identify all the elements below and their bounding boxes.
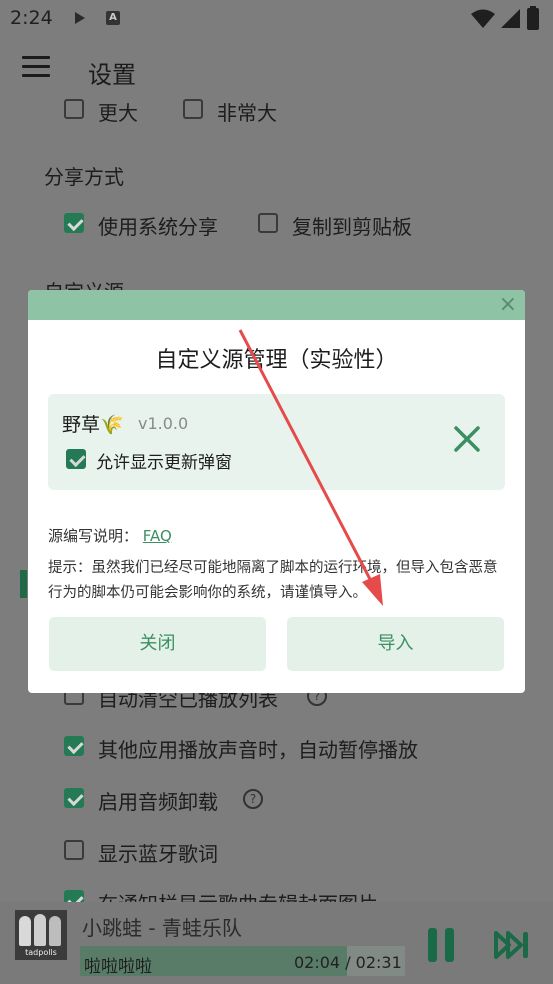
checkbox-larger[interactable] — [64, 99, 84, 119]
album-caption: tadpolls — [25, 948, 57, 957]
section-indicator — [20, 570, 27, 598]
battery-icon — [527, 6, 539, 30]
option-audio-offload-label: 启用音频卸载 — [98, 790, 218, 814]
signal-icon — [501, 9, 520, 28]
option-bluetooth-lyrics-label: 显示蓝牙歌词 — [98, 842, 218, 866]
checkbox-audio-offload[interactable] — [64, 788, 84, 808]
share-section-title: 分享方式 — [44, 165, 124, 189]
notification-a-icon: A — [106, 11, 120, 25]
option-auto-pause-label: 其他应用播放声音时，自动暂停播放 — [98, 738, 418, 762]
source-card: 野草🌾 v1.0.0 允许显示更新弹窗 — [48, 394, 505, 490]
checkbox-bluetooth-lyrics[interactable] — [64, 840, 84, 860]
wifi-icon — [471, 9, 495, 28]
dialog-header — [28, 290, 525, 320]
doc-label: 源编写说明： — [48, 527, 139, 545]
option-larger-label: 更大 — [98, 101, 138, 125]
faq-link[interactable]: FAQ — [143, 527, 172, 545]
option-system-share-label: 使用系统分享 — [98, 215, 218, 239]
album-cover[interactable]: tadpolls — [15, 910, 67, 960]
status-bar: 2:24 A — [0, 0, 553, 38]
current-lyric: 啦啦啦啦 — [84, 957, 152, 977]
menu-icon[interactable] — [22, 56, 52, 80]
close-button[interactable]: 关闭 — [49, 617, 266, 671]
status-time: 2:24 — [10, 7, 53, 29]
song-title: 小跳蛙 - 青蛙乐队 — [82, 916, 242, 940]
media-play-icon — [75, 12, 85, 24]
playback-time: 02:04 / 02:31 — [294, 953, 402, 972]
dialog-title: 自定义源管理（实验性） — [155, 348, 398, 373]
checkbox-copy-clipboard[interactable] — [258, 213, 278, 233]
option-copy-clipboard-label: 复制到剪贴板 — [292, 215, 412, 239]
doc-line: 源编写说明： FAQ — [48, 525, 172, 546]
help-icon[interactable]: ? — [243, 789, 263, 809]
next-track-icon[interactable] — [494, 930, 532, 960]
warning-tip: 提示：虽然我们已经尽可能地隔离了脚本的运行环境，但导入包含恶意行为的脚本仍可能会… — [48, 560, 498, 601]
remove-source-icon[interactable] — [452, 424, 482, 454]
source-name: 野草🌾 — [62, 414, 124, 436]
page-title: 设置 — [88, 61, 136, 89]
allow-update-popup-label: 允许显示更新弹窗 — [96, 453, 232, 473]
option-very-large-label: 非常大 — [217, 101, 277, 125]
source-version: v1.0.0 — [138, 414, 189, 433]
dialog-close-icon[interactable]: × — [499, 293, 517, 317]
checkbox-system-share[interactable] — [64, 213, 84, 233]
allow-update-popup-checkbox[interactable] — [66, 449, 86, 469]
import-button[interactable]: 导入 — [287, 617, 504, 671]
checkbox-very-large[interactable] — [183, 99, 203, 119]
custom-source-dialog: × 自定义源管理（实验性） 野草🌾 v1.0.0 允许显示更新弹窗 源编写说明：… — [28, 290, 525, 693]
checkbox-auto-pause[interactable] — [64, 736, 84, 756]
